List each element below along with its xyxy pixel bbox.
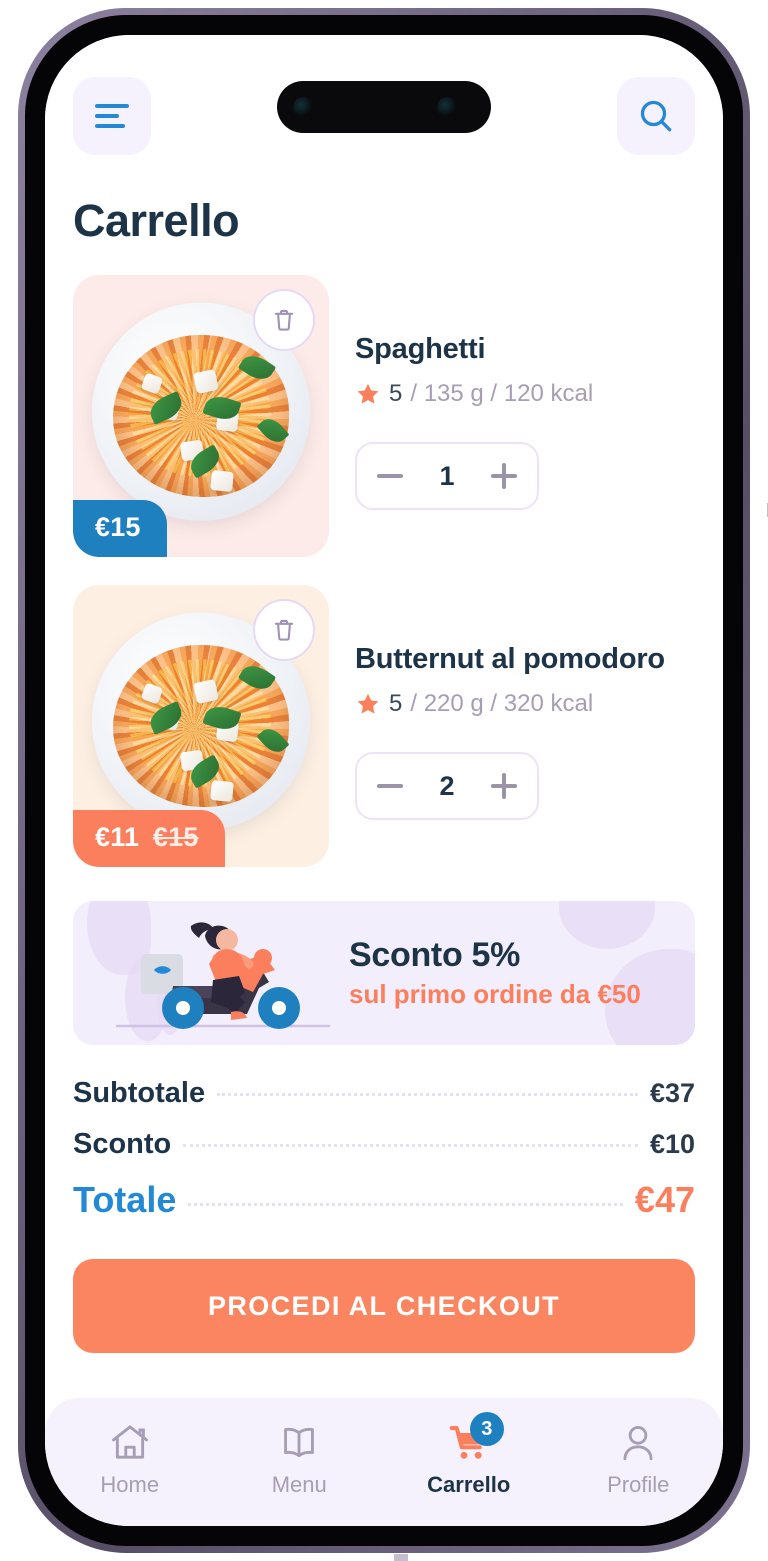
nav-item-menu[interactable]: Menu: [215, 1420, 385, 1498]
price-original: €15: [152, 822, 199, 852]
dotted-leader: [217, 1093, 638, 1096]
cheese-cube: [210, 779, 234, 803]
cart-item: €15 Spaghetti 5 / 135 g / 120 kcal 1: [73, 275, 695, 557]
product-image: €11 €15: [73, 585, 329, 867]
dynamic-island: [277, 81, 491, 133]
remove-item-button[interactable]: [253, 599, 315, 661]
product-image: €15: [73, 275, 329, 557]
nav-label: Home: [100, 1472, 160, 1497]
page-title: Carrello: [73, 195, 240, 246]
nav-item-carrello[interactable]: 3 Carrello: [384, 1412, 554, 1498]
menu-button[interactable]: [73, 77, 151, 155]
search-icon: [640, 100, 672, 132]
promo-subtitle: sul primo ordine da €50: [349, 979, 641, 1009]
price-tag: €11 €15: [73, 810, 225, 867]
nav-label: Carrello: [427, 1472, 511, 1497]
product-meta: 5 / 220 g / 320 kcal: [355, 690, 695, 718]
product-rating: 5: [389, 380, 403, 407]
quantity-stepper[interactable]: 1: [355, 442, 539, 510]
promo-text: Sconto 5% sul primo ordine da €50: [349, 936, 641, 1010]
phone-frame: Carrello €15 Spaghetti 5 / 135 g / 120 k…: [18, 8, 768, 1561]
product-name: Spaghetti: [355, 333, 486, 365]
total-value: €47: [634, 1179, 695, 1220]
nav-label: Menu: [271, 1472, 327, 1497]
screenshot-stage: Carrello €15 Spaghetti 5 / 135 g / 120 k…: [0, 0, 768, 1561]
star-icon: [357, 693, 379, 714]
quantity-value: 1: [439, 460, 455, 491]
cart-icon: 3: [446, 1412, 504, 1466]
product-nutrition: / 135 g / 120 kcal: [410, 380, 594, 407]
product-meta: 5 / 135 g / 120 kcal: [355, 380, 695, 408]
product-nutrition: / 220 g / 320 kcal: [410, 690, 594, 717]
increase-quantity-button[interactable]: [491, 463, 517, 489]
quantity-stepper[interactable]: 2: [355, 752, 539, 820]
promo-banner[interactable]: Sconto 5% sul primo ordine da €50: [73, 901, 695, 1045]
decrease-quantity-button[interactable]: [377, 773, 403, 799]
promo-title: Sconto 5%: [349, 936, 521, 974]
product-rating: 5: [389, 690, 403, 717]
discount-value: €10: [649, 1129, 695, 1159]
cart-badge: 3: [469, 1412, 504, 1446]
price-tag: €15: [73, 500, 167, 557]
quantity-value: 2: [439, 770, 455, 801]
nav-item-home[interactable]: Home: [45, 1420, 215, 1498]
price-current: €15: [95, 512, 141, 542]
cheese-cube: [193, 368, 219, 395]
summary-row-discount: Sconto €10: [73, 1128, 695, 1161]
discount-label: Sconto: [73, 1128, 172, 1160]
cheese-cube: [210, 469, 234, 493]
trash-icon: [274, 619, 294, 641]
price-current: €11: [95, 822, 140, 852]
checkout-button[interactable]: PROCEDI AL CHECKOUT: [73, 1259, 695, 1353]
star-icon: [357, 383, 379, 404]
total-label: Totale: [73, 1179, 177, 1220]
order-summary: Subtotale €37 Sconto €10 Totale €47: [73, 1077, 695, 1221]
dotted-leader: [188, 1203, 623, 1206]
product-info: Butternut al pomodoro 5 / 220 g / 320 kc…: [355, 585, 695, 867]
book-icon: [276, 1420, 322, 1466]
search-button[interactable]: [617, 77, 695, 155]
home-icon: [107, 1420, 153, 1466]
cart-item: €11 €15 Butternut al pomodoro 5 / 220 g …: [73, 585, 695, 867]
nav-label: Profile: [607, 1472, 670, 1497]
person-icon: [615, 1420, 661, 1466]
camera-dot-icon: [439, 102, 446, 112]
subtotal-label: Subtotale: [73, 1077, 206, 1109]
dotted-leader: [183, 1144, 638, 1147]
phone-bezel: Carrello €15 Spaghetti 5 / 135 g / 120 k…: [25, 15, 743, 1546]
bottom-navigation: Home Menu 3 Carrello Profile: [45, 1398, 723, 1526]
increase-quantity-button[interactable]: [491, 773, 517, 799]
phone-screen: Carrello €15 Spaghetti 5 / 135 g / 120 k…: [45, 35, 723, 1526]
subtotal-value: €37: [649, 1078, 695, 1108]
cheese-cube: [193, 678, 219, 705]
trash-icon: [274, 309, 294, 331]
summary-row-subtotal: Subtotale €37: [73, 1077, 695, 1110]
summary-row-total: Totale €47: [73, 1179, 695, 1221]
product-name: Butternut al pomodoro: [355, 643, 665, 675]
product-info: Spaghetti 5 / 135 g / 120 kcal 1: [355, 275, 695, 557]
remove-item-button[interactable]: [253, 289, 315, 351]
antenna-line-bottom: [394, 1554, 408, 1561]
decrease-quantity-button[interactable]: [377, 463, 403, 489]
nav-item-profile[interactable]: Profile: [554, 1420, 724, 1498]
app-root: Carrello €15 Spaghetti 5 / 135 g / 120 k…: [45, 35, 723, 1526]
hamburger-icon: [95, 104, 129, 128]
scooter-delivery-icon: [115, 922, 331, 1029]
